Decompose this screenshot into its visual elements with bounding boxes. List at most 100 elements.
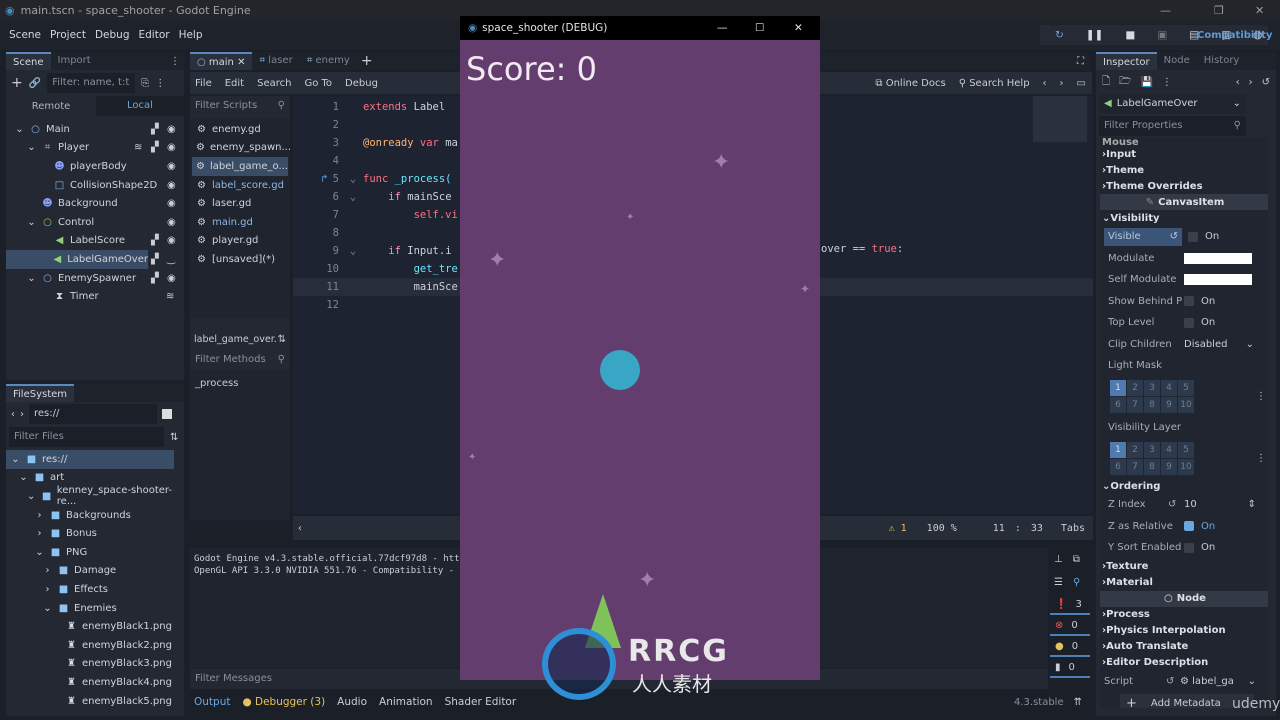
- minimize-button[interactable]: —: [1160, 4, 1171, 17]
- dock-menu-icon[interactable]: ⋮: [170, 56, 180, 67]
- file-item[interactable]: ⌄ ■ PNG: [6, 543, 184, 562]
- scene-node[interactable]: ⌄ ○ EnemySpawner ▞ ◉: [6, 269, 184, 288]
- back-icon[interactable]: ‹: [11, 409, 15, 420]
- chevron-down-icon[interactable]: ⌄: [14, 124, 25, 135]
- script-item[interactable]: ⚙ label_score.gd: [192, 176, 288, 195]
- tab-import[interactable]: Import: [51, 52, 98, 70]
- online-docs-link[interactable]: ⧉ Online Docs: [875, 78, 945, 89]
- warnings-filter-button[interactable]: ● 0: [1050, 637, 1090, 657]
- distraction-free-icon[interactable]: ⛶: [1077, 56, 1084, 67]
- script-item[interactable]: ⚙ [unsaved](*): [192, 250, 288, 269]
- indent-mode[interactable]: Tabs: [1061, 523, 1085, 534]
- layer-bit[interactable]: 9: [1161, 458, 1177, 475]
- tab-audio[interactable]: Audio: [337, 696, 367, 708]
- script-icon[interactable]: ▞: [151, 273, 159, 284]
- eye-icon[interactable]: ◉: [167, 180, 176, 191]
- eye-icon[interactable]: ◉: [167, 161, 176, 172]
- menu-scene[interactable]: Scene: [9, 29, 41, 41]
- filter-methods-input[interactable]: Filter Methods ⚲: [190, 350, 290, 370]
- section-process[interactable]: › Process: [1100, 607, 1268, 623]
- clear-icon[interactable]: ⊥: [1054, 554, 1063, 565]
- signal-icon[interactable]: ≋: [134, 142, 142, 153]
- layer-bit[interactable]: 9: [1161, 397, 1177, 413]
- eye-icon[interactable]: ◉: [167, 124, 176, 135]
- scene-node[interactable]: ⧗ Timer ≋: [6, 287, 184, 306]
- y-sort-checkbox[interactable]: [1184, 542, 1194, 553]
- script-item[interactable]: ⚙ label_game_o...: [192, 157, 288, 176]
- search-icon[interactable]: ⚲: [1073, 577, 1080, 588]
- more-icon[interactable]: ⋮: [1256, 391, 1266, 402]
- messages-filter-button[interactable]: ❗ 3: [1050, 595, 1090, 615]
- revert-icon[interactable]: ↺: [1170, 228, 1178, 246]
- history-back-icon[interactable]: ‹: [1043, 78, 1047, 89]
- script-resource-picker[interactable]: ⚙ label_ga ⌄: [1180, 676, 1256, 687]
- sort-icon[interactable]: ⇅: [170, 432, 178, 443]
- script-item[interactable]: ⚙ player.gd: [192, 232, 288, 251]
- menu-help[interactable]: Help: [179, 29, 203, 41]
- scene-node[interactable]: ⌄ ○ Main ▞ ◉: [6, 120, 184, 139]
- revert-icon[interactable]: ↺: [1166, 676, 1180, 687]
- menu-editor[interactable]: Editor: [138, 29, 169, 41]
- layer-bit[interactable]: 5: [1178, 441, 1194, 458]
- stop-icon[interactable]: ■: [1125, 29, 1135, 41]
- scene-node[interactable]: ◀ LabelGameOver ▞ ‿: [6, 250, 175, 269]
- section-theme[interactable]: › Theme: [1100, 162, 1268, 178]
- light-mask-grid[interactable]: 1 2 3 4 5 6 7 8 9 10 ⋮: [1100, 377, 1268, 417]
- file-item[interactable]: ⌄ ■ art: [6, 469, 184, 488]
- toggle-scripts-panel-icon[interactable]: ▭: [1077, 78, 1086, 89]
- top-level-checkbox[interactable]: [1184, 317, 1194, 328]
- expand-panel-icon[interactable]: ⇈: [1074, 697, 1082, 708]
- script-menu-debug[interactable]: Debug: [345, 78, 378, 89]
- visible-checkbox[interactable]: [1188, 231, 1198, 242]
- section-mouse[interactable]: Mouse: [1100, 138, 1268, 146]
- tab-node[interactable]: Node: [1157, 52, 1197, 70]
- section-physics-interpolation[interactable]: › Physics Interpolation: [1100, 623, 1268, 639]
- game-debug-window[interactable]: ◉ space_shooter (DEBUG) — ☐ ✕ Score: 0 ✦…: [460, 16, 820, 680]
- eye-icon[interactable]: ◉: [167, 217, 176, 228]
- modulate-color-picker[interactable]: [1184, 252, 1252, 264]
- chevron-down-icon[interactable]: ⌄: [10, 454, 21, 465]
- forward-icon[interactable]: ›: [1249, 77, 1253, 88]
- eye-closed-icon[interactable]: ‿: [167, 254, 175, 265]
- add-tab-icon[interactable]: +: [361, 53, 373, 69]
- script-item[interactable]: ⚙ main.gd: [192, 213, 288, 232]
- game-minimize-button[interactable]: —: [717, 22, 728, 34]
- self-modulate-color-picker[interactable]: [1184, 274, 1252, 286]
- script-icon[interactable]: ▞: [151, 254, 159, 265]
- collapse-icon[interactable]: ☰: [1054, 577, 1063, 588]
- eye-icon[interactable]: ◉: [167, 235, 176, 246]
- file-item[interactable]: ♜ enemyBlack1.png: [6, 617, 184, 636]
- file-item[interactable]: ♜ enemyBlack3.png: [6, 655, 184, 674]
- chevron-down-icon[interactable]: ⌄: [42, 603, 53, 614]
- tab-scene[interactable]: Scene: [6, 52, 51, 70]
- layer-bit[interactable]: 4: [1161, 441, 1177, 458]
- section-theme-overrides[interactable]: › Theme Overrides: [1100, 178, 1268, 194]
- copy-icon[interactable]: ⧉: [1073, 554, 1080, 565]
- sort-icon[interactable]: ⇅: [278, 334, 286, 345]
- scroll-left-icon[interactable]: ‹: [297, 523, 303, 534]
- more-icon[interactable]: ⋮: [1256, 453, 1266, 464]
- method-item[interactable]: _process: [195, 378, 238, 389]
- link-icon[interactable]: 🔗: [29, 78, 41, 89]
- section-editor-description[interactable]: › Editor Description: [1100, 655, 1268, 671]
- file-item[interactable]: ⌄ ■ Enemies: [6, 599, 184, 618]
- layer-bit[interactable]: 1: [1110, 380, 1126, 396]
- layer-bit[interactable]: 2: [1127, 441, 1143, 458]
- section-ordering[interactable]: ⌄ Ordering: [1100, 478, 1268, 494]
- show-behind-checkbox[interactable]: [1184, 296, 1194, 307]
- close-tab-icon[interactable]: ✕: [237, 57, 245, 68]
- file-item[interactable]: ♜ enemyBlack5.png: [6, 692, 184, 711]
- fold-icon[interactable]: ⌄: [343, 191, 363, 203]
- filter-files-input[interactable]: Filter Files: [9, 427, 164, 447]
- section-auto-translate[interactable]: › Auto Translate: [1100, 639, 1268, 655]
- chevron-down-icon[interactable]: ⌄: [34, 547, 45, 558]
- chevron-down-icon[interactable]: ⌄: [26, 142, 37, 153]
- chevron-down-icon[interactable]: ⌄: [18, 472, 29, 483]
- layer-bit[interactable]: 6: [1110, 458, 1126, 475]
- fold-icon[interactable]: ⌄: [343, 173, 363, 185]
- errors-filter-button[interactable]: ⊗ 0: [1050, 616, 1090, 636]
- tab-output[interactable]: Output: [194, 696, 230, 708]
- zoom-level[interactable]: 100 %: [927, 523, 957, 534]
- open-folder-icon[interactable]: 🗁: [1119, 74, 1131, 91]
- script-menu-file[interactable]: File: [195, 78, 212, 89]
